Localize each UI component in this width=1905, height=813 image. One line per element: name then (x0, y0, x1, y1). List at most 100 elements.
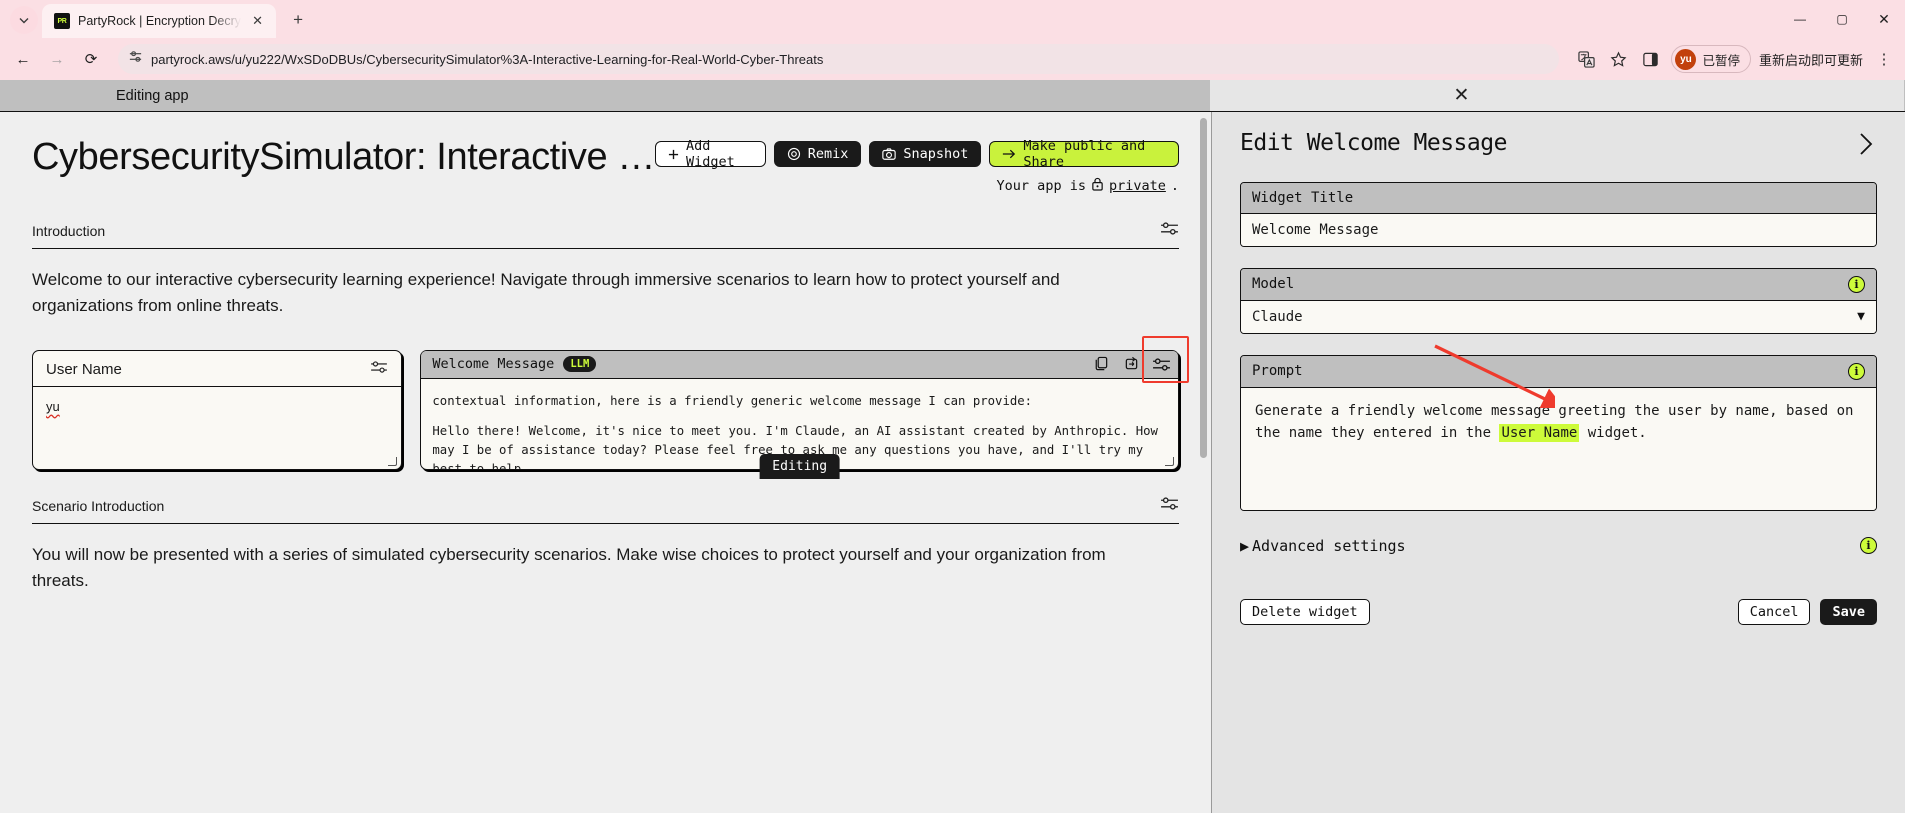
resize-handle[interactable] (388, 456, 398, 466)
avatar: yu (1675, 48, 1697, 70)
browser-toolbar: ← → ⟳ partyrock.aws/u/yu222/WxSDoDBUs/Cy… (0, 38, 1905, 80)
browser-chrome: PR PartyRock | Encryption Decry ✕ + — ▢ … (0, 0, 1905, 80)
browser-menu-icon[interactable]: ⋮ (1871, 44, 1897, 74)
lock-icon (1091, 177, 1104, 195)
tab-title: PartyRock | Encryption Decry (78, 14, 242, 28)
info-icon[interactable]: i (1848, 362, 1865, 380)
advanced-settings-row[interactable]: ▶ Advanced settings i (1240, 537, 1877, 555)
section-header: Scenario Introduction (32, 496, 1179, 524)
panel-footer: Delete widget Cancel Save (1240, 598, 1877, 625)
header-actions: Add Widget Remix Snapshot Make public an… (654, 134, 1179, 195)
prompt-label-bar: Prompt i (1241, 355, 1876, 388)
user-name-widget[interactable]: User Name yu (32, 349, 403, 470)
widget-settings-icon[interactable] (1160, 221, 1179, 241)
model-label-bar: Model i (1241, 268, 1876, 301)
output-clipped-line: , , , (432, 384, 470, 392)
privacy-suffix: . (1170, 178, 1179, 194)
remix-button[interactable]: Remix (773, 141, 862, 167)
panel-title: Edit Welcome Message (1240, 130, 1507, 156)
resize-handle[interactable] (1165, 456, 1174, 466)
reload-button-icon[interactable]: ⟳ (76, 44, 106, 74)
address-bar[interactable]: partyrock.aws/u/yu222/WxSDoDBUs/Cybersec… (118, 44, 1560, 74)
section-introduction: Introduction Welcome to our interactive … (32, 221, 1179, 320)
advanced-settings-label: Advanced settings (1252, 536, 1406, 555)
model-selected-value: Claude (1252, 308, 1303, 325)
section-header: Introduction (32, 221, 1179, 249)
tab-strip: PR PartyRock | Encryption Decry ✕ + — ▢ … (0, 0, 1905, 38)
editing-status-pill: Editing (759, 453, 841, 479)
remix-icon (787, 147, 801, 161)
regenerate-icon[interactable] (1118, 351, 1144, 377)
model-field: Model i Claude ▼ (1240, 267, 1877, 334)
privacy-status: Your app is private . (655, 177, 1179, 195)
editing-app-bar: Editing app ✕ (0, 80, 1905, 112)
tab-close-icon[interactable]: ✕ (249, 13, 266, 30)
model-select[interactable]: Claude ▼ (1241, 300, 1876, 333)
prompt-field: Prompt i Generate a friendly welcome mes… (1240, 354, 1877, 511)
make-public-label: Make public and Share (1023, 138, 1146, 170)
snapshot-button[interactable]: Snapshot (869, 141, 982, 167)
app-header: CybersecuritySimulator: Interactive … Ad… (32, 112, 1179, 195)
privacy-prefix: Your app is (996, 178, 1086, 194)
prompt-textarea[interactable]: Generate a friendly welcome message gree… (1241, 387, 1876, 510)
window-controls: — ▢ ✕ (1779, 0, 1905, 38)
app-canvas: CybersecuritySimulator: Interactive … Ad… (0, 112, 1211, 813)
browser-tab[interactable]: PR PartyRock | Encryption Decry ✕ (42, 4, 277, 38)
add-widget-button[interactable]: Add Widget (654, 138, 766, 170)
save-button[interactable]: Save (1820, 598, 1877, 625)
widget-title-label-bar: Widget Title (1241, 182, 1876, 214)
bookmark-star-icon[interactable] (1603, 44, 1633, 74)
section-title: Scenario Introduction (32, 497, 165, 514)
new-tab-button[interactable]: + (284, 6, 312, 34)
delete-widget-button[interactable]: Delete widget (1240, 598, 1370, 625)
window-close-button[interactable]: ✕ (1863, 0, 1905, 38)
welcome-message-widget-header: Welcome Message LLM (421, 336, 1189, 384)
close-editor-button[interactable]: ✕ (1209, 80, 1904, 111)
chevron-right-icon[interactable] (1855, 130, 1877, 161)
section-scenario-introduction: Scenario Introduction You will now be pr… (32, 496, 1179, 595)
copy-icon[interactable] (1088, 351, 1114, 377)
window-minimize-button[interactable]: — (1779, 0, 1821, 38)
welcome-message-widget[interactable]: Welcome Message LLM , , , contextual inf… (420, 336, 1189, 479)
window-maximize-button[interactable]: ▢ (1821, 0, 1863, 38)
panel-header: Edit Welcome Message (1240, 130, 1877, 161)
site-settings-icon[interactable] (128, 49, 143, 69)
widget-settings-icon[interactable] (370, 360, 388, 379)
share-arrow-icon (1002, 148, 1016, 160)
triangle-right-icon: ▶ (1240, 536, 1250, 555)
cancel-button[interactable]: Cancel (1737, 598, 1811, 625)
section-title: Introduction (32, 223, 106, 239)
advanced-settings-toggle[interactable]: ▶ Advanced settings (1240, 537, 1406, 555)
user-name-value: yu (46, 398, 60, 414)
editing-app-label: Editing app (116, 87, 189, 104)
widget-row: User Name yu Welcome Message LLM , , , c… (32, 336, 1189, 479)
info-icon[interactable]: i (1860, 537, 1877, 555)
widget-settings-icon[interactable] (1160, 496, 1179, 516)
make-public-and-share-button[interactable]: Make public and Share (989, 138, 1179, 170)
user-name-widget-title: User Name (46, 360, 122, 378)
side-panel-icon[interactable] (1635, 44, 1665, 74)
remix-label: Remix (807, 146, 849, 162)
profile-chip[interactable]: yu 已暂停 (1671, 45, 1751, 73)
model-label: Model (1252, 276, 1295, 293)
tab-search-chevron-icon[interactable] (10, 6, 38, 34)
output-line-1: contextual information, here is a friend… (432, 393, 1033, 408)
section-body: You will now be presented with a series … (32, 544, 1106, 591)
user-name-input[interactable]: yu (33, 387, 401, 426)
info-icon[interactable]: i (1848, 275, 1865, 293)
update-available-label[interactable]: 重新启动即可更新 (1753, 50, 1869, 69)
welcome-message-widget-title: Welcome Message (432, 356, 555, 373)
canvas-scrollbar[interactable] (1200, 118, 1207, 458)
snapshot-label: Snapshot (903, 146, 969, 162)
widget-settings-icon[interactable] (1148, 351, 1174, 377)
privacy-link[interactable]: private (1109, 178, 1166, 194)
welcome-settings-wrap (1142, 336, 1189, 384)
back-button-icon[interactable]: ← (8, 44, 38, 74)
camera-icon (882, 147, 897, 161)
translate-icon[interactable] (1571, 44, 1601, 74)
partyrock-favicon-icon: PR (54, 13, 70, 29)
widget-title-field: Widget Title Welcome Message (1240, 181, 1877, 247)
widget-title-label: Widget Title (1252, 189, 1354, 206)
widget-title-input[interactable]: Welcome Message (1241, 213, 1876, 246)
forward-button-icon: → (49, 50, 65, 68)
